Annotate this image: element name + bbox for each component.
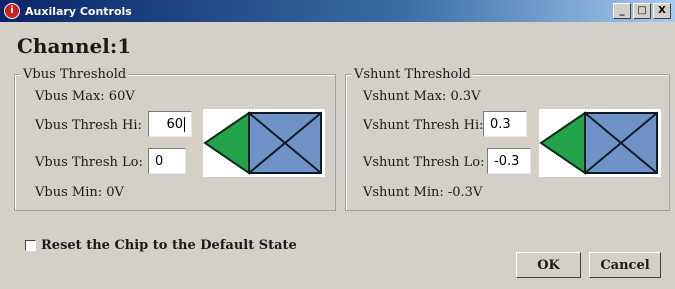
vbus-thresh-lo-label: Vbus Thresh Lo: [35, 155, 143, 170]
vbus-thresh-hi-input[interactable]: 60 [148, 111, 192, 137]
window-title: Auxilary Controls [25, 4, 132, 18]
vshunt-thresh-hi-label: Vshunt Thresh Hi: [363, 118, 484, 133]
minimize-button[interactable]: _ [613, 3, 631, 19]
vbus-threshold-graphic [203, 109, 325, 177]
vshunt-arrow-triangle [539, 111, 586, 175]
vbus-thresh-lo-value: 0 [155, 153, 164, 169]
vbus-thresh-hi-value: 60 [166, 116, 183, 132]
reset-chip-checkbox[interactable] [25, 240, 36, 251]
vshunt-thresh-hi-value: 0.3 [490, 116, 511, 132]
reset-chip-label[interactable]: Reset the Chip to the Default State [41, 238, 297, 253]
vbus-threshold-group: Vbus Threshold Vbus Max: 60V Vbus Thresh… [14, 67, 336, 211]
vshunt-min-label: Vshunt Min: -0.3V [363, 185, 483, 200]
vshunt-threshold-group: Vshunt Threshold Vshunt Max: 0.3V Vshunt… [345, 67, 670, 211]
vbus-thresh-lo-input[interactable]: 0 [148, 148, 186, 174]
maximize-button[interactable]: □ [633, 3, 651, 19]
window-controls: _ □ X [613, 3, 671, 19]
vshunt-thresh-lo-input[interactable]: -0.3 [487, 148, 531, 174]
vbus-min-label: Vbus Min: 0V [35, 185, 124, 200]
title-bar[interactable]: i Auxilary Controls _ □ X [0, 0, 675, 22]
channel-title: Channel:1 [17, 34, 132, 58]
close-button[interactable]: X [653, 3, 671, 19]
vbus-max-label: Vbus Max: 60V [35, 89, 135, 104]
vbus-threshold-diagram-icon [203, 111, 322, 175]
vbus-threshold-legend: Vbus Threshold [21, 67, 129, 82]
vshunt-thresh-lo-value: -0.3 [494, 153, 520, 169]
vbus-thresh-hi-label: Vbus Thresh Hi: [35, 118, 142, 133]
vshunt-thresh-hi-input[interactable]: 0.3 [483, 111, 527, 137]
text-caret [184, 116, 185, 132]
vbus-arrow-triangle [203, 111, 250, 175]
vshunt-threshold-diagram-icon [539, 111, 658, 175]
vshunt-threshold-legend: Vshunt Threshold [352, 67, 473, 82]
cancel-button[interactable]: Cancel [589, 252, 661, 278]
app-info-icon: i [4, 3, 20, 19]
reset-chip-row[interactable]: Reset the Chip to the Default State [25, 238, 297, 253]
vshunt-thresh-lo-label: Vshunt Thresh Lo: [363, 155, 485, 170]
ok-button[interactable]: OK [516, 252, 581, 278]
vshunt-threshold-graphic [539, 109, 661, 177]
vshunt-max-label: Vshunt Max: 0.3V [363, 89, 481, 104]
